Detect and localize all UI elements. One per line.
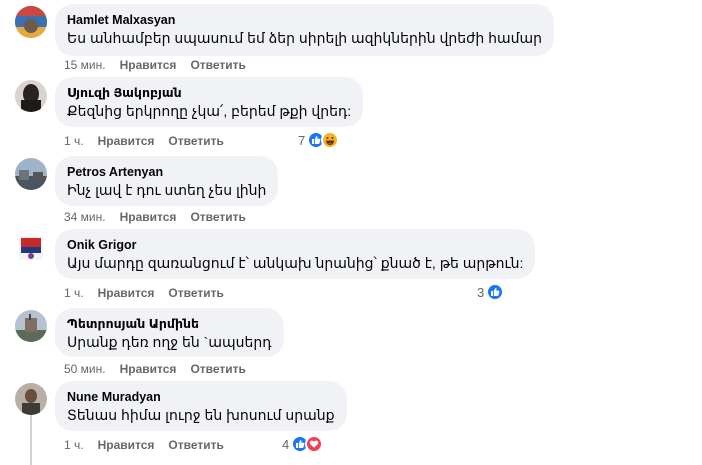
- like-button[interactable]: Нравится: [120, 210, 177, 224]
- love-icon: [305, 435, 324, 453]
- like-button[interactable]: Нравится: [120, 362, 177, 376]
- comment-bubble: Hamlet Malxasyan Ես անհամբեր սպասում եմ …: [55, 4, 555, 56]
- reactions-count: 7: [298, 132, 306, 148]
- avatar[interactable]: [15, 158, 47, 190]
- comment-time[interactable]: 50 мин.: [64, 362, 106, 376]
- avatar[interactable]: [15, 6, 47, 38]
- avatar[interactable]: [15, 383, 47, 415]
- reactions-count: 4: [282, 436, 290, 452]
- comment-bubble: Onik Grigor Այս մարդը զառանցում է՝ անկախ…: [55, 229, 536, 279]
- reply-button[interactable]: Ответить: [168, 438, 223, 452]
- comment-time[interactable]: 34 мин.: [64, 210, 106, 224]
- reactions-summary[interactable]: 7: [298, 130, 340, 150]
- comment-author[interactable]: Onik Grigor: [67, 237, 523, 253]
- comment-bubble: Nune Muradyan Տենաս հիմա լուրջ են խոսում…: [55, 381, 347, 431]
- reactions-summary[interactable]: 3: [477, 282, 505, 302]
- comment-text: Այս մարդը զառանցում է՝ անկախ նրանից՝ քնա…: [67, 255, 524, 271]
- comment-text: Ես անհամբեր սպասում եմ ձեր սիրելի ազիկնե…: [67, 30, 543, 46]
- comment-bubble: Պետրոսյան Արմինե Սրանք դեռ ողջ են `ապսեր…: [55, 308, 284, 357]
- comment-actions: 34 мин. Нравится Ответить: [64, 210, 260, 224]
- reactions-summary[interactable]: 4: [282, 434, 324, 454]
- reply-button[interactable]: Ответить: [168, 134, 223, 148]
- comment-time[interactable]: 15 мин.: [64, 58, 106, 72]
- reply-button[interactable]: Ответить: [190, 58, 245, 72]
- comment-bubble: Petros Artenyan Ինչ լավ է դու ստեղ չես լ…: [55, 156, 279, 206]
- comment-text: Ինչ լավ է դու ստեղ չես լինի: [67, 182, 267, 198]
- comment-author[interactable]: Սյուզի Յակոբյան: [67, 85, 351, 101]
- avatar[interactable]: [15, 232, 47, 264]
- like-button[interactable]: Нравится: [98, 134, 155, 148]
- avatar[interactable]: [15, 80, 47, 112]
- comment-author[interactable]: Hamlet Malxasyan: [67, 12, 542, 28]
- avatar[interactable]: [15, 310, 47, 342]
- comment-actions: 15 мин. Нравится Ответить: [64, 58, 260, 72]
- comment-author[interactable]: Պետրոսյան Արմինե: [67, 316, 272, 332]
- haha-icon: [321, 131, 340, 149]
- like-icon: [486, 283, 505, 301]
- reactions-count: 3: [477, 284, 485, 300]
- comment-time[interactable]: 1 ч.: [64, 286, 84, 300]
- comment-text: Տենաս հիմա լուրջ են խոսում սրանք: [67, 407, 335, 423]
- comment-author[interactable]: Petros Artenyan: [67, 164, 266, 180]
- comment-bubble: Սյուզի Յակոբյան Քեզնից երկրողը չկա՛, բեր…: [55, 77, 364, 127]
- like-button[interactable]: Нравится: [120, 58, 177, 72]
- like-button[interactable]: Нравится: [98, 286, 155, 300]
- comment-text: Քեզնից երկրողը չկա՛, բերեմ թքի վրեդ:: [67, 103, 352, 119]
- comment-text: Սրանք դեռ ողջ են `ապսերդ: [67, 334, 272, 350]
- comment-actions: 1 ч. Нравится Ответить: [64, 286, 238, 300]
- reply-button[interactable]: Ответить: [190, 210, 245, 224]
- comment-author[interactable]: Nune Muradyan: [67, 389, 335, 405]
- comment-actions: 50 мин. Нравится Ответить: [64, 362, 260, 376]
- reply-button[interactable]: Ответить: [168, 286, 223, 300]
- comment-actions: 1 ч. Нравится Ответить: [64, 438, 238, 452]
- like-button[interactable]: Нравится: [98, 438, 155, 452]
- comment-time[interactable]: 1 ч.: [64, 438, 84, 452]
- reply-button[interactable]: Ответить: [190, 362, 245, 376]
- comment-actions: 1 ч. Нравится Ответить: [64, 134, 238, 148]
- comment-time[interactable]: 1 ч.: [64, 134, 84, 148]
